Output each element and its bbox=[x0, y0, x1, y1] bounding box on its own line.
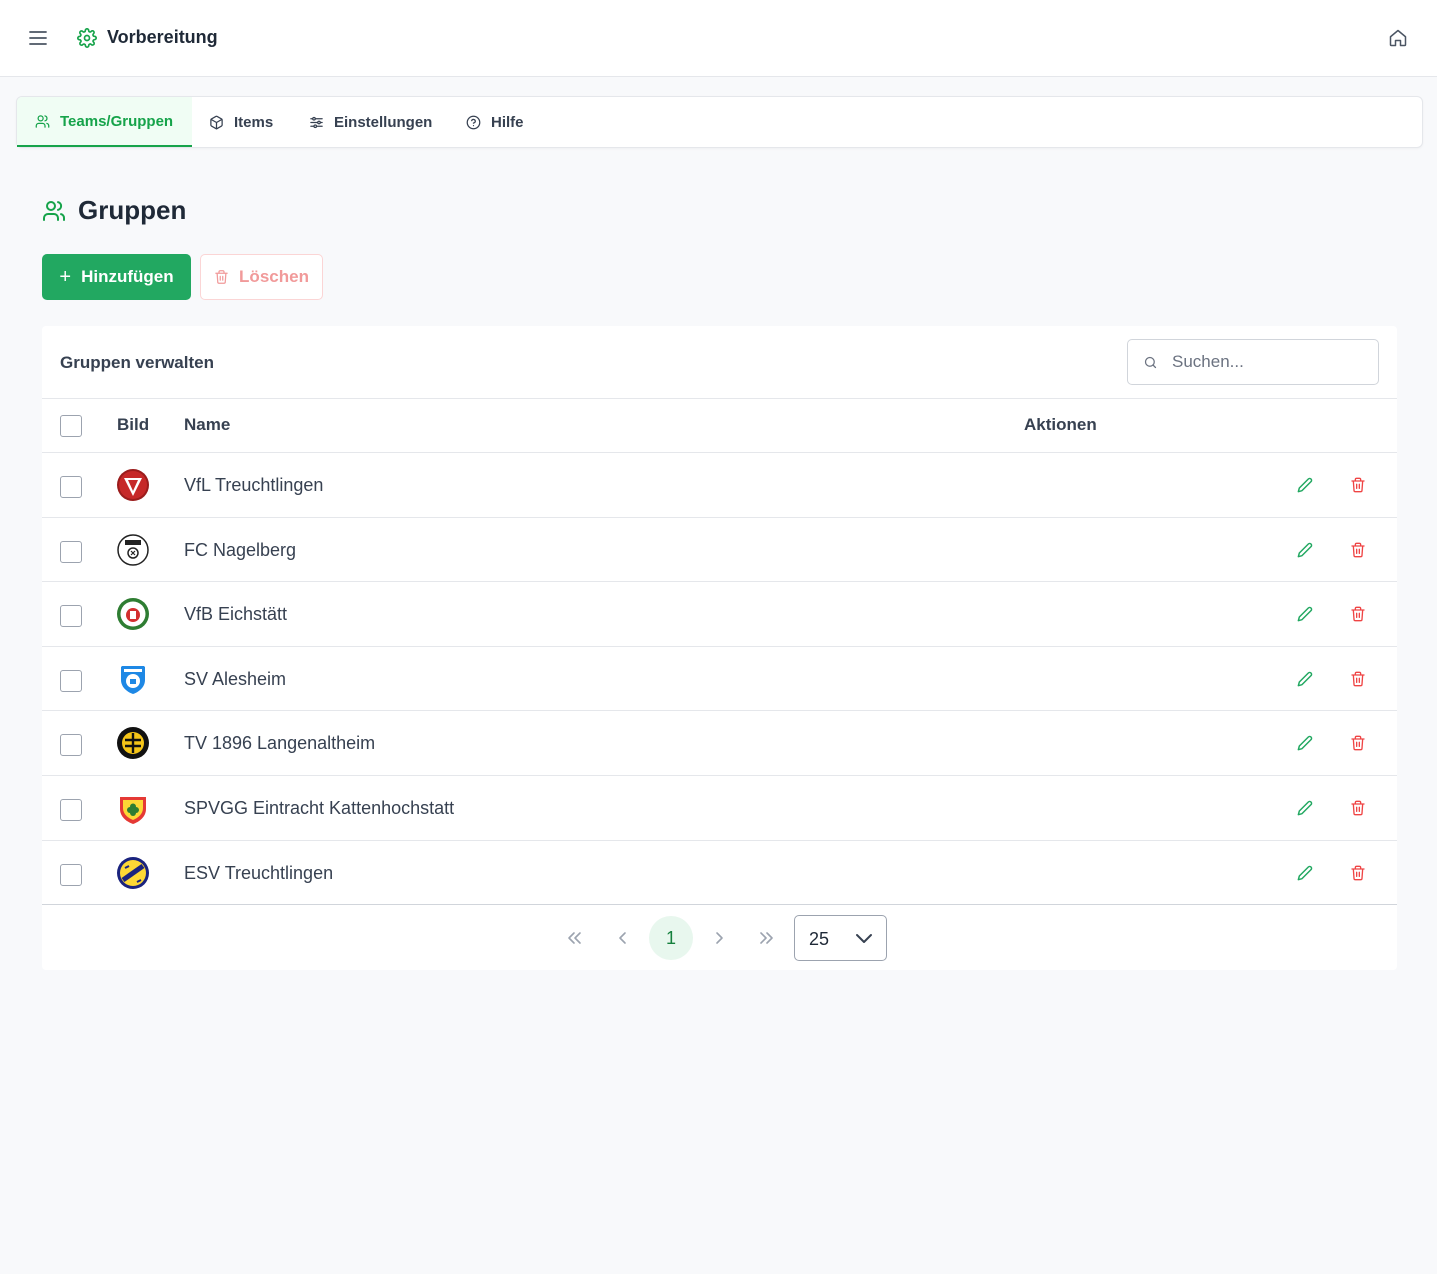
card-title: Gruppen verwalten bbox=[60, 353, 214, 372]
table-row: SPVGG Eintracht Kattenhochstatt bbox=[42, 776, 1397, 841]
row-checkbox[interactable] bbox=[60, 798, 82, 821]
table-body: VfL Treuchtlingen FC Nagelberg VfB Eichs… bbox=[42, 453, 1397, 906]
tab-label: Teams/Gruppen bbox=[60, 112, 174, 130]
box-icon bbox=[210, 115, 223, 129]
column-header-name[interactable]: Name bbox=[184, 415, 230, 435]
delete-button-label: Löschen bbox=[239, 267, 309, 286]
last-page-icon[interactable] bbox=[745, 916, 789, 960]
page-button-current[interactable]: 1 bbox=[649, 916, 693, 960]
groups-card: Gruppen verwalten Bild Name Aktionen VfL… bbox=[42, 326, 1397, 970]
team-logo bbox=[116, 726, 150, 760]
help-circle-icon bbox=[466, 115, 481, 129]
page-title: Gruppen bbox=[78, 195, 187, 225]
pencil-icon[interactable] bbox=[1297, 542, 1313, 558]
trash-icon[interactable] bbox=[1350, 671, 1366, 687]
table-row: TV 1896 Langenaltheim bbox=[42, 711, 1397, 776]
team-name: SPVGG Eintracht Kattenhochstatt bbox=[184, 797, 455, 818]
users-icon bbox=[35, 114, 50, 128]
search-input[interactable] bbox=[1172, 348, 1367, 376]
row-checkbox[interactable] bbox=[60, 734, 82, 757]
team-name: VfL Treuchtlingen bbox=[184, 475, 324, 495]
table-row: FC Nagelberg bbox=[42, 518, 1397, 583]
home-icon[interactable] bbox=[1388, 28, 1408, 48]
team-logo bbox=[116, 662, 150, 696]
page-heading: Gruppen bbox=[42, 195, 186, 226]
chevron-down-icon bbox=[856, 934, 872, 943]
trash-icon[interactable] bbox=[1350, 865, 1366, 881]
pencil-icon[interactable] bbox=[1297, 477, 1313, 493]
pencil-icon[interactable] bbox=[1297, 865, 1313, 881]
previous-page-icon[interactable] bbox=[601, 916, 645, 960]
row-checkbox[interactable] bbox=[60, 476, 82, 498]
next-page-icon[interactable] bbox=[697, 916, 741, 960]
tab-items[interactable]: Items bbox=[209, 97, 273, 147]
top-bar: Vorbereitung bbox=[0, 0, 1437, 77]
tab-bar: Teams/Gruppen Items Einstellungen Hilfe bbox=[16, 96, 1423, 148]
table-row: VfL Treuchtlingen bbox=[42, 453, 1397, 518]
select-all-checkbox[interactable] bbox=[60, 415, 82, 437]
team-name: VfB Eichstätt bbox=[184, 604, 288, 625]
users-icon bbox=[43, 200, 66, 221]
trash-icon[interactable] bbox=[1350, 606, 1366, 622]
plus-icon: + bbox=[59, 266, 72, 288]
team-logo bbox=[116, 856, 150, 890]
trash-icon[interactable] bbox=[1350, 542, 1366, 558]
pencil-icon[interactable] bbox=[1297, 606, 1313, 622]
team-name: SV Alesheim bbox=[184, 668, 287, 689]
row-checkbox[interactable] bbox=[60, 540, 82, 563]
row-checkbox[interactable] bbox=[60, 863, 82, 886]
tab-label: Hilfe bbox=[491, 113, 524, 131]
tab-teams-groups[interactable]: Teams/Gruppen bbox=[17, 97, 192, 147]
page-size-value: 25 bbox=[809, 929, 830, 949]
team-name: TV 1896 Langenaltheim bbox=[184, 733, 376, 754]
pagination: 1 25 bbox=[42, 904, 1397, 970]
row-checkbox[interactable] bbox=[60, 605, 82, 628]
table-header: Bild Name Aktionen bbox=[42, 398, 1397, 453]
delete-button[interactable]: Löschen bbox=[200, 254, 323, 300]
gear-icon bbox=[77, 28, 97, 48]
search-icon bbox=[1144, 356, 1157, 369]
tab-help[interactable]: Hilfe bbox=[466, 97, 524, 147]
table-row: SV Alesheim bbox=[42, 647, 1397, 712]
trash-icon[interactable] bbox=[1350, 800, 1366, 816]
trash-icon[interactable] bbox=[1350, 735, 1366, 751]
trash-icon bbox=[215, 270, 228, 284]
pencil-icon[interactable] bbox=[1297, 735, 1313, 751]
team-name: FC Nagelberg bbox=[184, 539, 297, 560]
table-row: VfB Eichstätt bbox=[42, 582, 1397, 647]
add-button[interactable]: + Hinzufügen bbox=[42, 254, 191, 300]
tab-label: Items bbox=[234, 113, 274, 131]
pencil-icon[interactable] bbox=[1297, 800, 1313, 816]
add-button-label: Hinzufügen bbox=[81, 267, 174, 286]
column-header-image: Bild bbox=[117, 415, 150, 434]
first-page-icon[interactable] bbox=[552, 916, 596, 960]
team-logo bbox=[116, 468, 150, 502]
team-name: ESV Treuchtlingen bbox=[184, 862, 334, 883]
pencil-icon[interactable] bbox=[1297, 671, 1313, 687]
page-size-select[interactable]: 25 bbox=[794, 915, 887, 961]
team-logo bbox=[116, 597, 150, 631]
team-logo bbox=[116, 791, 150, 825]
app-title: Vorbereitung bbox=[107, 27, 218, 47]
team-logo bbox=[116, 533, 150, 567]
tab-settings[interactable]: Einstellungen bbox=[309, 97, 432, 147]
search-box bbox=[1127, 339, 1379, 385]
column-header-actions: Aktionen bbox=[1024, 415, 1097, 434]
hamburger-icon[interactable] bbox=[29, 30, 47, 46]
sliders-icon bbox=[310, 116, 323, 128]
table-row: ESV Treuchtlingen bbox=[42, 841, 1397, 906]
trash-icon[interactable] bbox=[1350, 477, 1366, 493]
row-checkbox[interactable] bbox=[60, 669, 82, 692]
tab-label: Einstellungen bbox=[334, 113, 433, 131]
